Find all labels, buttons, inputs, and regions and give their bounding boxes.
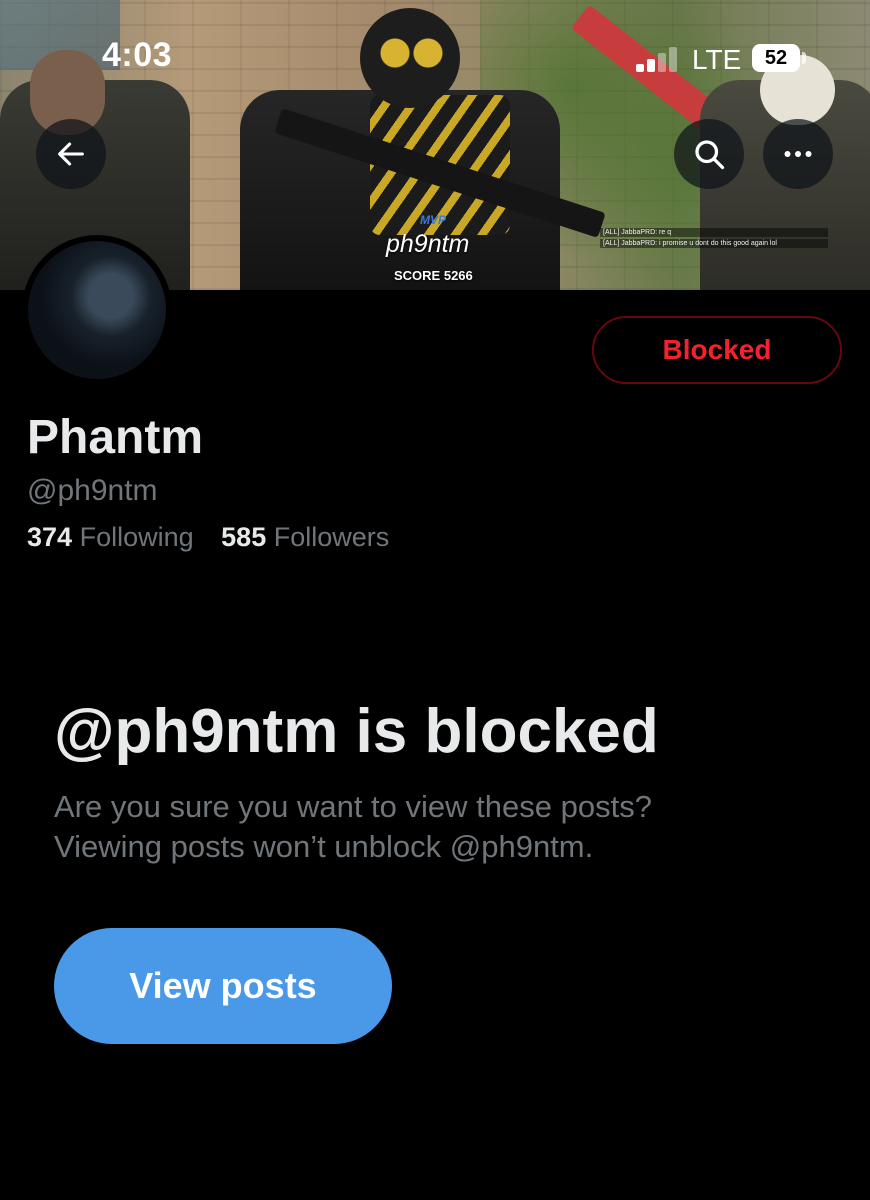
profile-stats: 374 Following 585 Followers bbox=[27, 522, 389, 553]
view-posts-button[interactable]: View posts bbox=[54, 928, 392, 1044]
profile-handle: @ph9ntm bbox=[27, 474, 158, 507]
blocked-description: Are you sure you want to view these post… bbox=[54, 787, 814, 867]
followers-label: Followers bbox=[273, 522, 390, 552]
blocked-description-line: Are you sure you want to view these post… bbox=[54, 789, 652, 824]
search-button[interactable] bbox=[674, 119, 744, 189]
banner-score: SCORE 5266 bbox=[394, 268, 473, 283]
banner-chat-line: [ALL] JabbaPRD: i promise u dont do this… bbox=[600, 239, 828, 248]
banner-mvp-name: ph9ntm bbox=[386, 230, 470, 258]
followers-link[interactable]: 585 Followers bbox=[221, 522, 389, 552]
profile-display-name: Phantm bbox=[27, 411, 204, 464]
blocked-button[interactable]: Blocked bbox=[592, 316, 842, 384]
following-label: Following bbox=[79, 522, 194, 552]
banner-chat-line: [ALL] JabbaPRD: re q bbox=[600, 228, 828, 237]
blocked-description-line: Viewing posts won’t unblock @ph9ntm. bbox=[54, 829, 594, 864]
status-time: 4:03 bbox=[102, 36, 173, 74]
arrow-left-icon bbox=[58, 142, 84, 166]
more-horizontal-icon bbox=[784, 151, 812, 157]
back-button[interactable] bbox=[36, 119, 106, 189]
banner-chat: [ALL] JabbaPRD: re q [ALL] JabbaPRD: i p… bbox=[600, 228, 828, 250]
battery-icon: 52 bbox=[752, 44, 800, 72]
cellular-signal-icon bbox=[636, 46, 686, 72]
following-count: 374 bbox=[27, 522, 73, 552]
banner-operator-mask bbox=[360, 8, 460, 108]
followers-count: 585 bbox=[221, 522, 267, 552]
avatar[interactable] bbox=[22, 235, 172, 385]
following-link[interactable]: 374 Following bbox=[27, 522, 194, 552]
more-options-button[interactable] bbox=[763, 119, 833, 189]
blocked-title: @ph9ntm is blocked bbox=[54, 697, 659, 766]
search-icon bbox=[695, 140, 725, 170]
battery-tip bbox=[802, 52, 806, 64]
network-type: LTE bbox=[692, 44, 742, 75]
avatar-image bbox=[28, 241, 166, 379]
banner-mvp-label: MVP bbox=[420, 213, 447, 227]
